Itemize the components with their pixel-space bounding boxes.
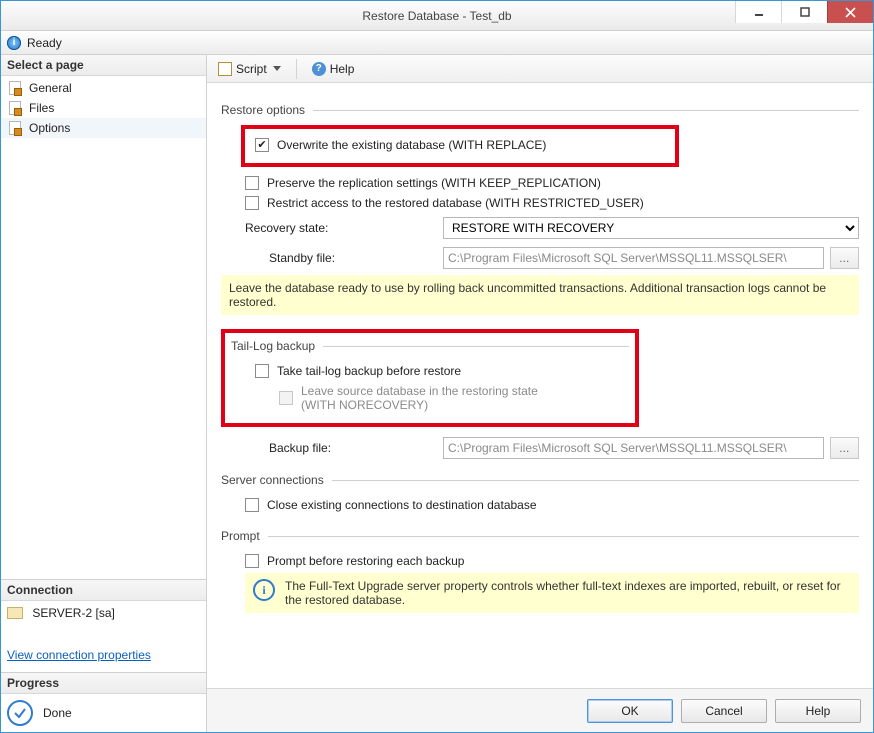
sidebar-item-label: Files bbox=[29, 101, 54, 115]
main-panel: Script ? Help Restore options bbox=[207, 55, 873, 732]
help-dialog-button[interactable]: Help bbox=[775, 699, 861, 723]
close-connections-label: Close existing connections to destinatio… bbox=[267, 498, 537, 512]
toolbar: Script ? Help bbox=[207, 55, 873, 83]
take-taillog-checkbox[interactable] bbox=[255, 364, 269, 378]
minimize-button[interactable] bbox=[735, 1, 781, 23]
page-icon bbox=[7, 80, 23, 96]
script-button[interactable]: Script bbox=[211, 59, 288, 79]
help-label: Help bbox=[330, 62, 355, 76]
preserve-replication-label: Preserve the replication settings (WITH … bbox=[267, 176, 601, 190]
divider bbox=[268, 536, 859, 537]
status-icon: i bbox=[7, 36, 21, 50]
title-bar[interactable]: Restore Database - Test_db bbox=[1, 1, 873, 31]
close-connections-checkbox[interactable] bbox=[245, 498, 259, 512]
prompt-each-label: Prompt before restoring each backup bbox=[267, 554, 464, 568]
group-title: Prompt bbox=[221, 529, 260, 543]
taillog-highlight-frame: Tail-Log backup Take tail-log backup bef… bbox=[221, 329, 639, 427]
prompt-each-checkbox[interactable] bbox=[245, 554, 259, 568]
overwrite-label: Overwrite the existing database (WITH RE… bbox=[277, 138, 546, 152]
help-button[interactable]: ? Help bbox=[305, 59, 362, 79]
toolbar-separator bbox=[296, 59, 297, 79]
backup-file-browse-button[interactable]: ... bbox=[830, 437, 859, 459]
cancel-button[interactable]: Cancel bbox=[681, 699, 767, 723]
help-icon: ? bbox=[312, 62, 326, 76]
leave-restoring-label-1: Leave source database in the restoring s… bbox=[301, 384, 538, 398]
maximize-button[interactable] bbox=[781, 1, 827, 23]
take-taillog-label: Take tail-log backup before restore bbox=[277, 364, 461, 378]
standby-file-input bbox=[443, 247, 824, 269]
sidebar-item-label: General bbox=[29, 81, 72, 95]
window-buttons bbox=[735, 1, 873, 23]
fulltext-info-text: The Full-Text Upgrade server property co… bbox=[285, 579, 851, 607]
progress-header: Progress bbox=[1, 673, 206, 694]
backup-file-input bbox=[443, 437, 824, 459]
leave-restoring-checkbox bbox=[279, 391, 293, 405]
group-title: Tail-Log backup bbox=[231, 339, 315, 353]
script-label: Script bbox=[236, 62, 267, 76]
divider bbox=[323, 346, 629, 347]
standby-browse-button[interactable]: ... bbox=[830, 247, 859, 269]
sidebar-item-general[interactable]: General bbox=[1, 78, 206, 98]
info-icon: i bbox=[253, 579, 275, 601]
select-page-header: Select a page bbox=[1, 55, 206, 76]
sidebar: Select a page General Files Options Conn… bbox=[1, 55, 207, 732]
button-bar: OK Cancel Help bbox=[207, 688, 873, 732]
status-text: Ready bbox=[27, 36, 62, 50]
overwrite-highlight-frame: Overwrite the existing database (WITH RE… bbox=[241, 125, 679, 167]
restrict-access-label: Restrict access to the restored database… bbox=[267, 196, 644, 210]
ok-button[interactable]: OK bbox=[587, 699, 673, 723]
status-bar: i Ready bbox=[1, 31, 873, 55]
standby-file-label: Standby file: bbox=[235, 251, 435, 265]
backup-file-label: Backup file: bbox=[235, 441, 435, 455]
window-title: Restore Database - Test_db bbox=[362, 9, 511, 23]
recovery-state-label: Recovery state: bbox=[235, 221, 435, 235]
script-icon bbox=[218, 62, 232, 76]
server-icon bbox=[7, 607, 23, 619]
restrict-access-checkbox[interactable] bbox=[245, 196, 259, 210]
prompt-group: Prompt Prompt before restoring each back… bbox=[221, 529, 859, 613]
group-title: Restore options bbox=[221, 103, 305, 117]
server-row: SERVER-2 [sa] bbox=[7, 605, 200, 620]
preserve-replication-checkbox[interactable] bbox=[245, 176, 259, 190]
page-list: General Files Options bbox=[1, 76, 206, 140]
divider bbox=[332, 480, 859, 481]
close-button[interactable] bbox=[827, 1, 873, 23]
leave-restoring-label-2: (WITH NORECOVERY) bbox=[301, 398, 538, 412]
page-icon bbox=[7, 120, 23, 136]
divider bbox=[313, 110, 859, 111]
sidebar-item-label: Options bbox=[29, 121, 70, 135]
connection-header: Connection bbox=[1, 580, 206, 601]
sidebar-item-files[interactable]: Files bbox=[1, 98, 206, 118]
overwrite-checkbox[interactable] bbox=[255, 138, 269, 152]
server-connections-group: Server connections Close existing connec… bbox=[221, 473, 859, 515]
recovery-info-box: Leave the database ready to use by rolli… bbox=[221, 275, 859, 315]
restore-options-group: Restore options Overwrite the existing d… bbox=[221, 103, 859, 315]
chevron-down-icon bbox=[273, 66, 281, 71]
group-title: Server connections bbox=[221, 473, 324, 487]
page-icon bbox=[7, 100, 23, 116]
server-name: SERVER-2 [sa] bbox=[32, 606, 114, 620]
restore-database-dialog: Restore Database - Test_db i Ready Selec… bbox=[0, 0, 874, 733]
recovery-state-select[interactable]: RESTORE WITH RECOVERY bbox=[443, 217, 859, 239]
sidebar-item-options[interactable]: Options bbox=[1, 118, 206, 138]
view-connection-properties-link[interactable]: View connection properties bbox=[7, 648, 151, 662]
progress-done-icon bbox=[7, 700, 33, 726]
progress-text: Done bbox=[43, 706, 72, 720]
